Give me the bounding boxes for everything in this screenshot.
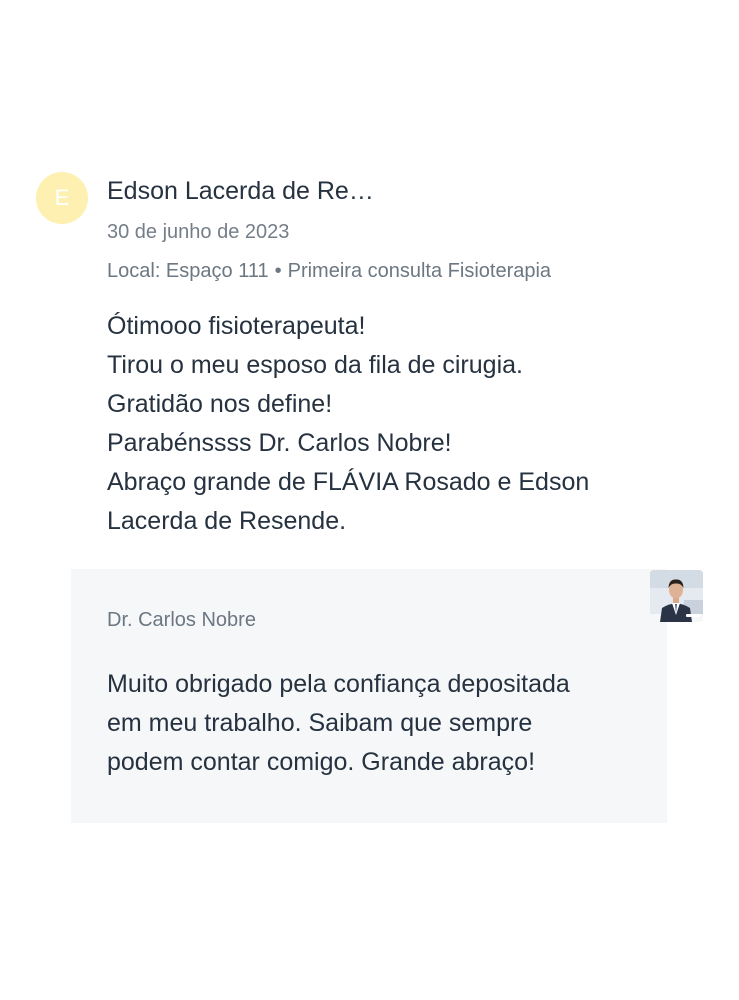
review-meta: Local: Espaço 111 • Primeira consulta Fisi… xyxy=(107,258,551,284)
meta-separator: • xyxy=(274,260,282,282)
reply-author-name: Dr. Carlos Nobre xyxy=(107,609,256,631)
reply-text: Muito obrigado pela confiança depositada… xyxy=(107,665,647,782)
review-text-line: Gratidão nos define! xyxy=(107,390,333,418)
review-text-line: Tirou o meu esposo da fila de cirugia. xyxy=(107,351,523,379)
review-card: E Edson Lacerda de Re… 30 de junho de 20… xyxy=(0,0,739,1000)
review-text-line: Abraço grande de FLÁVIA Rosado e Edson xyxy=(107,468,590,496)
doctor-photo xyxy=(650,570,703,622)
review-text: Ótimooo fisioterapeuta! Tirou o meu espo… xyxy=(107,307,667,541)
doctor-photo-icon xyxy=(650,570,703,622)
review-text-line: Lacerda de Resende. xyxy=(107,507,347,535)
reply-text-line: podem contar comigo. Grande abraço! xyxy=(107,748,536,776)
review-location: Local: Espaço 111 xyxy=(107,260,269,282)
doctor-reply: Dr. Carlos Nobre Muito obrigado pela con… xyxy=(71,569,667,823)
author-avatar: E xyxy=(36,172,88,224)
review-text-line: Parabénssss Dr. Carlos Nobre! xyxy=(107,429,452,457)
review-text-line: Ótimooo fisioterapeuta! xyxy=(107,312,366,340)
review-visit-type: Primeira consulta Fisioterapia xyxy=(287,260,552,282)
review-date: 30 de junho de 2023 xyxy=(107,221,290,243)
reply-text-line: Muito obrigado pela confiança depositada xyxy=(107,670,570,698)
review-author-name: Edson Lacerda de Re… xyxy=(107,177,374,205)
reply-text-line: em meu trabalho. Saibam que sempre xyxy=(107,709,533,737)
